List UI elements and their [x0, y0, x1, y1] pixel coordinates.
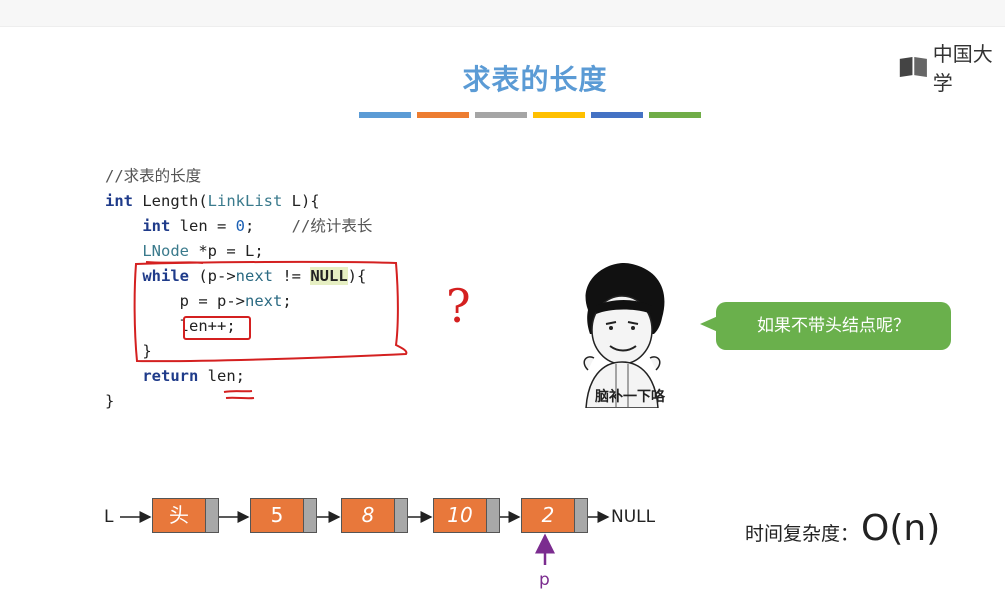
- time-complexity: 时间复杂度： O(n): [745, 508, 940, 549]
- null-label: NULL: [611, 507, 656, 527]
- list-node: 5: [250, 498, 317, 533]
- node-next-field: [487, 498, 500, 533]
- list-node-head: 头: [152, 498, 219, 533]
- node-data: 8: [341, 498, 395, 533]
- node-data: 2: [521, 498, 575, 533]
- list-node: 8: [341, 498, 408, 533]
- list-node-last: 2: [521, 498, 588, 533]
- node-next-field: [395, 498, 408, 533]
- complexity-value: O(n): [861, 508, 941, 549]
- node-next-field: [206, 498, 219, 533]
- list-node: 10: [433, 498, 500, 533]
- complexity-label: 时间复杂度：: [745, 523, 860, 545]
- node-next-field: [575, 498, 588, 533]
- linked-list-diagram: L 头 5 8 10 2 NULL p: [0, 0, 1005, 595]
- node-data: 10: [433, 498, 487, 533]
- list-arrows: [120, 511, 610, 565]
- node-next-field: [304, 498, 317, 533]
- node-data: 头: [152, 498, 206, 533]
- pointer-p-label: p: [539, 570, 550, 590]
- node-data: 5: [250, 498, 304, 533]
